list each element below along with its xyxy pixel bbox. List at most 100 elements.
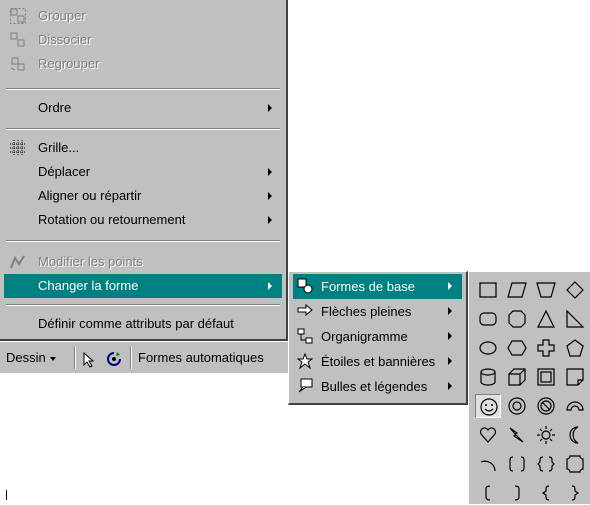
- submenu-arrow-icon: [268, 192, 272, 200]
- submenu-item-label: Flèches pleines: [321, 304, 412, 319]
- shape-bevel-button[interactable]: [533, 365, 559, 389]
- menu-item-label: Déplacer: [38, 164, 91, 179]
- basic-shapes-palette: [468, 271, 590, 504]
- shapes-submenu: Formes de base Flèches pleines Organigra…: [288, 271, 468, 405]
- shape-double-bracket-button[interactable]: [504, 452, 530, 476]
- submenu-item-bulles[interactable]: Bulles et légendes: [293, 374, 462, 399]
- submenu-arrow-icon: [448, 282, 452, 290]
- shape-arc-button[interactable]: [475, 452, 501, 476]
- block-arc-icon: [566, 401, 584, 411]
- shape-pentagon-button[interactable]: [562, 336, 588, 360]
- shape-right-triangle-button[interactable]: [562, 307, 588, 331]
- submenu-arrow-icon: [448, 332, 452, 340]
- dessin-label: Dessin: [6, 350, 46, 365]
- parallelogram-icon: [507, 282, 527, 298]
- submenu-item-etoiles[interactable]: Étoiles et bannières: [293, 349, 462, 374]
- cross-icon: [537, 339, 555, 357]
- submenu-item-formes-base[interactable]: Formes de base: [293, 274, 462, 299]
- dessin-button[interactable]: Dessin: [6, 348, 56, 368]
- ellipse-icon: [479, 341, 497, 355]
- menu-item-label: Dissocier: [38, 32, 92, 47]
- menu-item-dissocier: Dissocier: [4, 28, 282, 52]
- select-arrow-icon[interactable]: [82, 350, 96, 370]
- shape-double-brace-button[interactable]: [533, 452, 559, 476]
- callouts-icon: [298, 378, 313, 393]
- shape-moon-button[interactable]: [562, 423, 588, 447]
- menu-item-label: Rotation ou retournement: [38, 212, 186, 227]
- shape-right-bracket-button[interactable]: [504, 481, 530, 505]
- shape-smiley-button[interactable]: [475, 394, 501, 418]
- menu-item-grouper: Grouper: [4, 4, 282, 28]
- submenu-item-organigramme[interactable]: Organigramme: [293, 324, 462, 349]
- cube-icon: [508, 368, 526, 386]
- toolbar-separator: [130, 347, 132, 369]
- shape-trapezoid-button[interactable]: [533, 278, 559, 302]
- submenu-item-label: Bulles et légendes: [321, 379, 428, 394]
- folded-corner-icon: [566, 368, 584, 386]
- chevron-down-icon: [49, 356, 56, 361]
- pentagon-icon: [566, 339, 584, 357]
- menu-item-changer-forme[interactable]: Changer la forme: [4, 274, 282, 298]
- submenu-item-fleches[interactable]: Flèches pleines: [293, 299, 462, 324]
- shape-hexagon-button[interactable]: [504, 336, 530, 360]
- no-symbol-icon: [537, 397, 555, 415]
- shape-parallelogram-button[interactable]: [504, 278, 530, 302]
- shape-rectangle-button[interactable]: [475, 278, 501, 302]
- text-cursor: [6, 490, 7, 500]
- shape-can-button[interactable]: [475, 365, 501, 389]
- free-rotate-icon[interactable]: [106, 349, 122, 369]
- basic-shapes-icon: [297, 278, 313, 294]
- formes-automatiques-label: Formes automatiques: [138, 350, 264, 365]
- can-icon: [480, 368, 496, 386]
- shape-plaque-button[interactable]: [562, 452, 588, 476]
- submenu-arrow-icon: [268, 216, 272, 224]
- submenu-item-label: Organigramme: [321, 329, 408, 344]
- right-bracket-icon: [514, 485, 520, 501]
- trapezoid-icon: [536, 282, 556, 298]
- shape-cross-button[interactable]: [533, 336, 559, 360]
- menu-item-modifier-points: Modifier les points: [4, 250, 282, 274]
- shape-cube-button[interactable]: [504, 365, 530, 389]
- submenu-arrow-icon: [448, 357, 452, 365]
- shape-ellipse-button[interactable]: [475, 336, 501, 360]
- menu-item-deplacer[interactable]: Déplacer: [4, 160, 282, 184]
- drawing-toolbar: Dessin Formes automatiques: [0, 341, 288, 373]
- shape-no-symbol-button[interactable]: [533, 394, 559, 418]
- menu-separator: [6, 240, 280, 242]
- shape-lightning-button[interactable]: [504, 423, 530, 447]
- shape-right-brace-button[interactable]: [562, 481, 588, 505]
- menu-item-grille[interactable]: Grille...: [4, 136, 282, 160]
- submenu-arrow-icon: [268, 104, 272, 112]
- shape-triangle-button[interactable]: [533, 307, 559, 331]
- shape-folded-corner-button[interactable]: [562, 365, 588, 389]
- shape-sun-button[interactable]: [533, 423, 559, 447]
- menu-item-label: Grille...: [38, 140, 80, 155]
- shape-donut-button[interactable]: [504, 394, 530, 418]
- menu-item-ordre[interactable]: Ordre: [4, 96, 282, 120]
- grid-icon: [10, 140, 26, 156]
- menu-item-label: Définir comme attributs par défaut: [38, 316, 234, 331]
- group-icon: [10, 8, 26, 24]
- submenu-arrow-icon: [268, 168, 272, 176]
- menu-item-aligner[interactable]: Aligner ou répartir: [4, 184, 282, 208]
- menu-item-rotation[interactable]: Rotation ou retournement: [4, 208, 282, 232]
- menu-item-label: Grouper: [38, 8, 86, 23]
- menu-item-label: Aligner ou répartir: [38, 188, 142, 203]
- shape-left-bracket-button[interactable]: [475, 481, 501, 505]
- flowchart-icon: [297, 328, 313, 344]
- menu-item-regrouper: Regrouper: [4, 52, 282, 76]
- shape-octagon-button[interactable]: [504, 307, 530, 331]
- shape-left-brace-button[interactable]: [533, 481, 559, 505]
- shape-heart-button[interactable]: [475, 423, 501, 447]
- shape-block-arc-button[interactable]: [562, 394, 588, 418]
- regroup-icon: [10, 57, 25, 71]
- formes-automatiques-button[interactable]: Formes automatiques: [138, 348, 264, 368]
- shape-diamond-button[interactable]: [562, 278, 588, 302]
- edit-points-icon: [10, 255, 25, 269]
- menu-separator: [6, 128, 280, 130]
- octagon-icon: [508, 310, 526, 328]
- shape-rounded-rectangle-button[interactable]: [475, 307, 501, 331]
- right-triangle-icon: [566, 309, 585, 328]
- lightning-icon: [509, 427, 524, 443]
- menu-item-definir-defaut[interactable]: Définir comme attributs par défaut: [4, 312, 282, 336]
